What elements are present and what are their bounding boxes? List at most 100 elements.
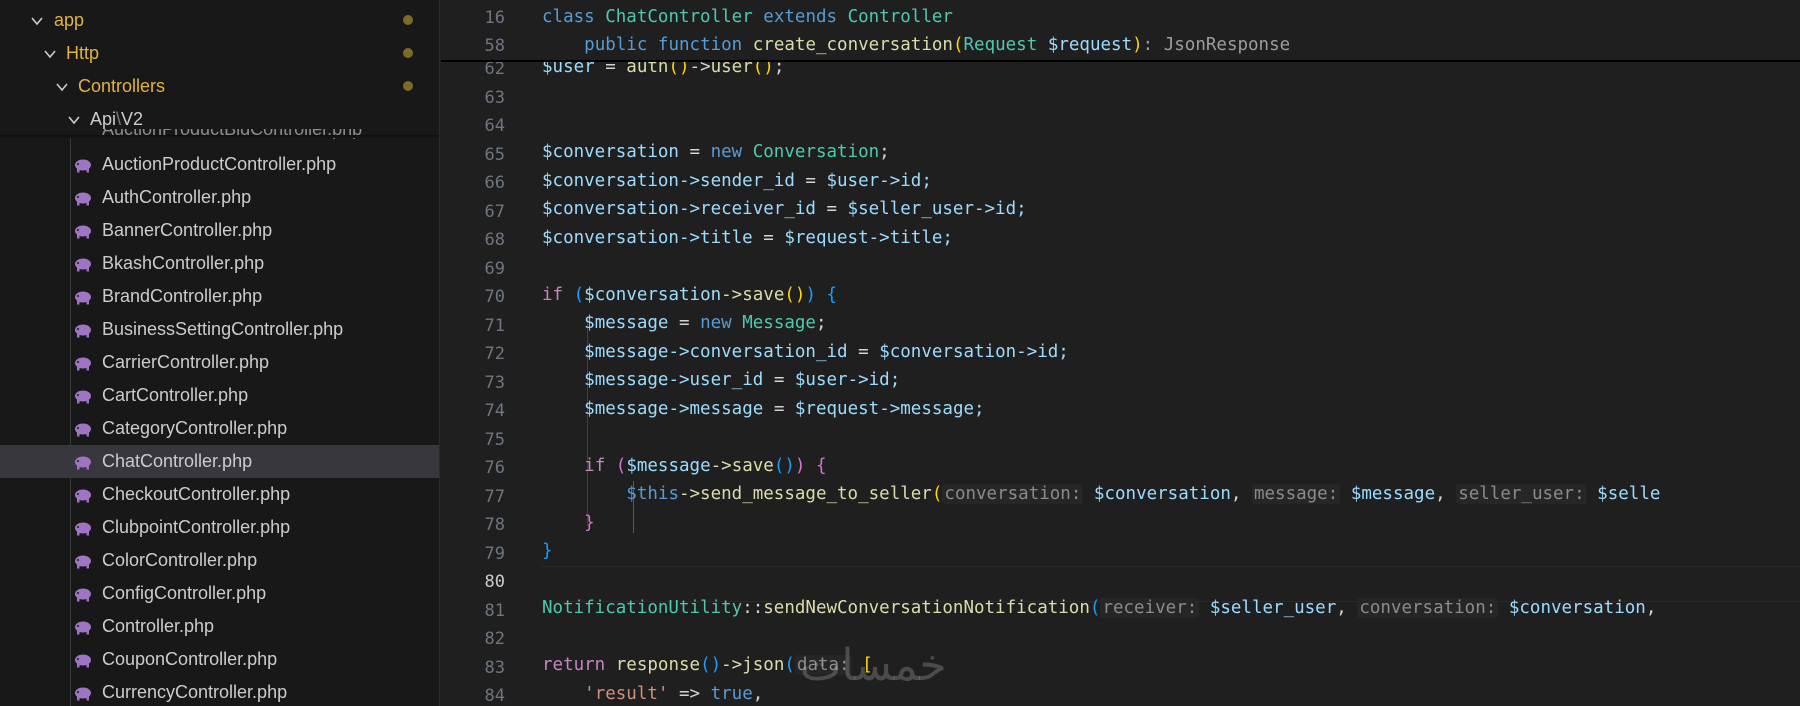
token: $conversation — [542, 228, 679, 248]
file-name: CartController.php — [102, 385, 249, 405]
file-item[interactable]: ColorController.php — [0, 544, 440, 577]
token: $seller_user — [847, 199, 974, 219]
sticky-line-class[interactable]: class ChatController extends Controller — [542, 7, 953, 27]
line-number: 64 — [484, 116, 505, 136]
line-number: 74 — [484, 401, 505, 421]
token: $conversation — [584, 285, 722, 305]
token: ( — [615, 456, 627, 476]
folder-label-part: Api — [90, 109, 117, 129]
file-name: CouponController.php — [102, 649, 278, 669]
token: ->conversation_id — [668, 342, 848, 362]
watermark-logo: خمسات — [800, 640, 947, 691]
sticky-line-function[interactable]: public function create_conversation(Requ… — [542, 35, 1290, 55]
line-number: 82 — [484, 629, 505, 649]
token: = — [794, 171, 827, 191]
token: ->user_id — [668, 370, 764, 390]
file-name: AuthController.php — [102, 187, 252, 207]
token: ->id; — [879, 171, 932, 191]
file-item[interactable]: CartController.php — [0, 379, 440, 412]
file-item[interactable]: BkashController.php — [0, 247, 440, 280]
php-file-icon — [74, 619, 92, 635]
file-item[interactable]: ConfigController.php — [0, 577, 440, 610]
token: ->id; — [1016, 342, 1069, 362]
token: ) — [1132, 35, 1143, 55]
folder-label: app — [54, 10, 85, 30]
token: new — [700, 313, 732, 333]
token: ->title — [678, 228, 753, 248]
token: if — [542, 285, 564, 305]
token: ->send_message_to_seller — [678, 484, 932, 504]
file-name: ClubpointController.php — [102, 517, 291, 537]
file-item[interactable]: AuctionProductController.php — [0, 148, 440, 181]
file-item[interactable]: BrandController.php — [0, 280, 440, 313]
file-item[interactable]: BusinessSettingController.php — [0, 313, 440, 346]
chevron-down-icon — [30, 14, 44, 28]
code-line-81: NotificationUtility::sendNewConversation… — [542, 598, 1656, 618]
sticky-scroll-header[interactable]: 16 class ChatController extends Controll… — [441, 0, 1800, 60]
token: = — [815, 199, 848, 219]
file-item[interactable]: CurrencyController.php — [0, 676, 440, 706]
token: Conversation — [752, 142, 880, 162]
modified-dot — [403, 48, 413, 58]
php-file-icon — [74, 190, 92, 206]
line-number: 65 — [484, 144, 505, 165]
php-file-icon — [74, 157, 92, 173]
file-item[interactable]: Controller.php — [0, 610, 440, 643]
line-number: 83 — [484, 657, 505, 678]
file-name: BrandController.php — [102, 286, 263, 306]
token: true — [710, 684, 753, 704]
file-item[interactable]: CategoryController.php — [0, 412, 440, 445]
folder-app[interactable]: app — [0, 4, 440, 37]
folder-label: Http — [66, 43, 100, 63]
file-item[interactable]: BannerController.php — [0, 214, 440, 247]
file-item[interactable]: ClubpointController.php — [0, 511, 440, 544]
inlay-hint: receiver: — [1100, 598, 1200, 618]
token: , — [1230, 484, 1252, 504]
code-line-74: $message->message = $request->message; — [542, 399, 984, 419]
token: { — [815, 285, 838, 305]
token: } — [542, 541, 553, 561]
token: ->id; — [847, 370, 901, 390]
token: ->save — [721, 285, 785, 305]
file-name: ChatController.php — [102, 451, 253, 471]
line-number: 58 — [484, 36, 505, 56]
line-number: 78 — [484, 515, 505, 535]
file-item[interactable]: CarrierController.php — [0, 346, 440, 379]
code-line-73: $message->user_id = $user->id; — [542, 370, 900, 390]
inlay-hint: message: — [1251, 484, 1341, 504]
php-file-icon — [74, 223, 92, 239]
token: ; — [815, 313, 827, 333]
folder-controllers[interactable]: Controllers — [0, 70, 440, 103]
php-file-icon — [74, 586, 92, 602]
folder-http[interactable]: Http — [0, 37, 440, 70]
token: { — [805, 456, 827, 476]
code-line-76: if ($message->save()) { — [542, 456, 827, 476]
file-item[interactable]: CheckoutController.php — [0, 478, 440, 511]
token: : JsonResponse — [1142, 35, 1291, 55]
token: if — [584, 456, 606, 476]
line-number: 73 — [484, 372, 505, 393]
token: public — [584, 35, 648, 55]
line-number: 71 — [484, 315, 505, 336]
token: Controller — [847, 7, 953, 27]
code-editor[interactable]: 62 63 64 65 66 67 68 69 70 71 72 73 74 75 76 77 78 79 80 81… — [441, 0, 1800, 706]
file-item[interactable]: CouponController.php — [0, 643, 440, 676]
token: ->id; — [973, 199, 1027, 219]
token: $user — [794, 370, 848, 390]
line-number: 75 — [484, 429, 505, 450]
file-item[interactable]: AuthController.php — [0, 181, 440, 214]
file-name: CheckoutController.php — [102, 484, 291, 504]
token: , — [1336, 598, 1358, 618]
file-item[interactable]: ChatController.php — [0, 445, 440, 478]
